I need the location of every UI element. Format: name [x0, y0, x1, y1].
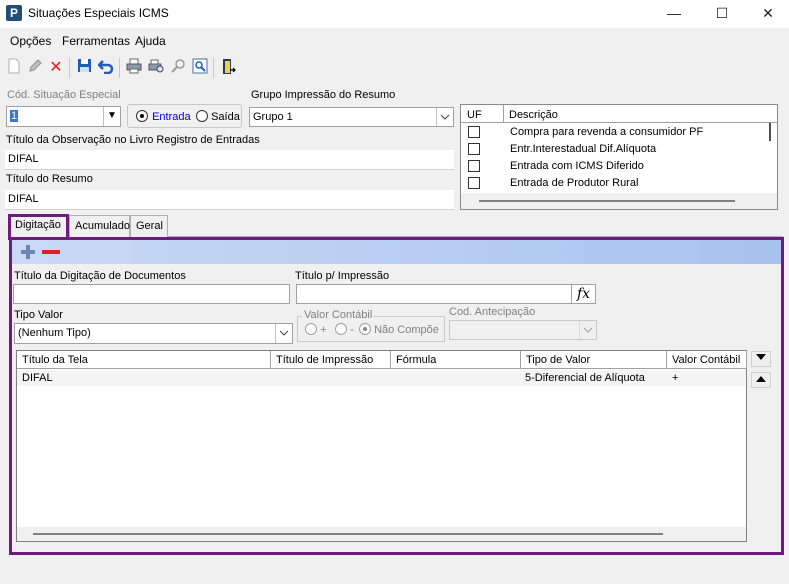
- valor-contabil-minus-radio[interactable]: -: [335, 323, 354, 336]
- tab-acumulado[interactable]: Acumulado: [69, 215, 130, 237]
- cell-titulo-tela[interactable]: DIFAL: [22, 372, 53, 384]
- cell-tipo-valor[interactable]: 5-Diferencial de Alíquota: [525, 372, 645, 384]
- uf-row-descricao[interactable]: Entrada com ICMS Diferido: [510, 160, 644, 172]
- radio-icon: [136, 110, 148, 122]
- toolbar-separator: [69, 58, 70, 78]
- titulo-digitacao-input[interactable]: [13, 284, 290, 304]
- search-icon[interactable]: [168, 58, 188, 78]
- titulo-resumo-label: Título do Resumo: [6, 173, 93, 185]
- close-button[interactable]: ✕: [745, 0, 789, 28]
- uf-checkbox[interactable]: [468, 126, 480, 138]
- uf-checkbox[interactable]: [468, 160, 480, 172]
- tipo-valor-label: Tipo Valor: [14, 309, 63, 321]
- chevron-down-icon[interactable]: [579, 321, 596, 339]
- titulo-impressao-label: Título p/ Impressão: [295, 270, 390, 282]
- toolbar-separator: [213, 58, 214, 78]
- radio-icon: [196, 110, 208, 122]
- exit-icon[interactable]: [218, 58, 238, 78]
- chevron-down-icon[interactable]: [436, 108, 453, 126]
- move-down-button[interactable]: [751, 351, 771, 367]
- menu-ajuda[interactable]: Ajuda: [135, 34, 166, 48]
- print-preview-icon[interactable]: [146, 58, 166, 78]
- window-title: Situações Especiais ICMS: [28, 6, 169, 20]
- plus-label: +: [320, 324, 327, 336]
- horizontal-scrollbar-thumb[interactable]: [479, 200, 735, 202]
- horizontal-scrollbar[interactable]: [17, 527, 746, 541]
- app-logo-icon: P: [6, 5, 22, 21]
- menu-opcoes[interactable]: Opções: [10, 34, 51, 48]
- column-header-formula[interactable]: Fórmula: [391, 351, 521, 369]
- grupo-impressao-combo[interactable]: Grupo 1: [249, 107, 454, 127]
- entrada-label: Entrada: [152, 111, 191, 123]
- cod-antecipacao-label: Cod. Antecipação: [449, 306, 536, 318]
- documents-grid[interactable]: Título da Tela Título de Impressão Fórmu…: [16, 350, 747, 542]
- chevron-down-icon[interactable]: ▼: [103, 107, 120, 126]
- titulo-observacao-input[interactable]: DIFAL: [5, 150, 454, 170]
- tipo-valor-combo[interactable]: (Nenhum Tipo): [14, 323, 293, 344]
- uf-grid[interactable]: UF Descrição Compra para revenda a consu…: [460, 104, 778, 210]
- tab-digitacao[interactable]: Digitação: [8, 214, 69, 240]
- cod-situacao-label: Cód. Situação Especial: [7, 89, 121, 101]
- valor-contabil-plus-radio[interactable]: +: [305, 323, 327, 336]
- titulo-digitacao-label: Título da Digitação de Documentos: [14, 270, 186, 282]
- minimize-button[interactable]: —: [651, 0, 697, 28]
- uf-header[interactable]: UF: [467, 109, 482, 121]
- horizontal-scrollbar-thumb[interactable]: [33, 533, 663, 535]
- radio-icon: [305, 323, 317, 335]
- valor-contabil-label: Valor Contábil: [302, 309, 375, 321]
- horizontal-scrollbar[interactable]: [461, 193, 777, 209]
- edit-icon[interactable]: [25, 58, 45, 78]
- menu-ferramentas[interactable]: Ferramentas: [62, 34, 130, 48]
- new-icon[interactable]: [4, 58, 24, 78]
- move-up-button[interactable]: [751, 372, 771, 388]
- titulo-impressao-input[interactable]: [296, 284, 573, 304]
- titulo-observacao-label: Título da Observação no Livro Registro d…: [6, 134, 260, 146]
- column-header-titulo-impressao[interactable]: Título de Impressão: [271, 351, 391, 369]
- print-icon[interactable]: [124, 58, 144, 78]
- grupo-impressao-value: Grupo 1: [253, 111, 293, 123]
- cod-situacao-value: 1: [10, 110, 19, 122]
- column-header-valor-contabil[interactable]: Valor Contábil: [667, 351, 747, 369]
- remove-icon[interactable]: [42, 250, 60, 254]
- titulo-resumo-input[interactable]: DIFAL: [5, 190, 454, 210]
- maximize-button[interactable]: ☐: [699, 0, 745, 28]
- descricao-header[interactable]: Descrição: [509, 109, 558, 121]
- uf-row-descricao[interactable]: Entrada de Produtor Rural: [510, 177, 638, 189]
- zoom-icon[interactable]: [190, 58, 210, 78]
- uf-row-descricao[interactable]: Compra para revenda a consumidor PF: [510, 126, 703, 138]
- saida-label: Saída: [211, 111, 240, 123]
- formula-button[interactable]: fx: [571, 284, 596, 304]
- toolbar-separator: [119, 58, 120, 78]
- nao-compoe-label: Não Compõe: [374, 324, 439, 336]
- add-icon[interactable]: [20, 244, 36, 260]
- column-divider: [503, 105, 504, 123]
- tab-geral[interactable]: Geral: [130, 215, 168, 237]
- minus-label: -: [350, 324, 354, 336]
- uf-checkbox[interactable]: [468, 143, 480, 155]
- column-header-tipo-valor[interactable]: Tipo de Valor: [521, 351, 667, 369]
- panel-action-bar: [12, 240, 781, 264]
- tipo-valor-value: (Nenhum Tipo): [18, 327, 91, 339]
- uf-checkbox[interactable]: [468, 177, 480, 189]
- cod-antecipacao-combo[interactable]: [449, 320, 597, 340]
- cod-situacao-combo[interactable]: 1 ▼: [6, 106, 121, 127]
- column-header-titulo-tela[interactable]: Título da Tela: [17, 351, 271, 369]
- chevron-down-icon[interactable]: [275, 324, 292, 343]
- saida-radio[interactable]: Saída: [196, 110, 240, 123]
- uf-row-descricao[interactable]: Entr.Interestadual Dif.Alíquota: [510, 143, 656, 155]
- delete-icon[interactable]: ✕: [46, 58, 66, 78]
- save-icon[interactable]: [74, 58, 94, 78]
- entrada-radio[interactable]: Entrada: [136, 110, 191, 123]
- vertical-scrollbar-thumb[interactable]: [769, 123, 771, 141]
- cell-valor-contabil[interactable]: +: [672, 372, 678, 384]
- grupo-impressao-label: Grupo Impressão do Resumo: [251, 89, 396, 101]
- radio-icon: [335, 323, 347, 335]
- undo-icon[interactable]: [96, 58, 116, 78]
- valor-contabil-nao-compoe-radio[interactable]: Não Compõe: [359, 323, 439, 336]
- radio-icon: [359, 323, 371, 335]
